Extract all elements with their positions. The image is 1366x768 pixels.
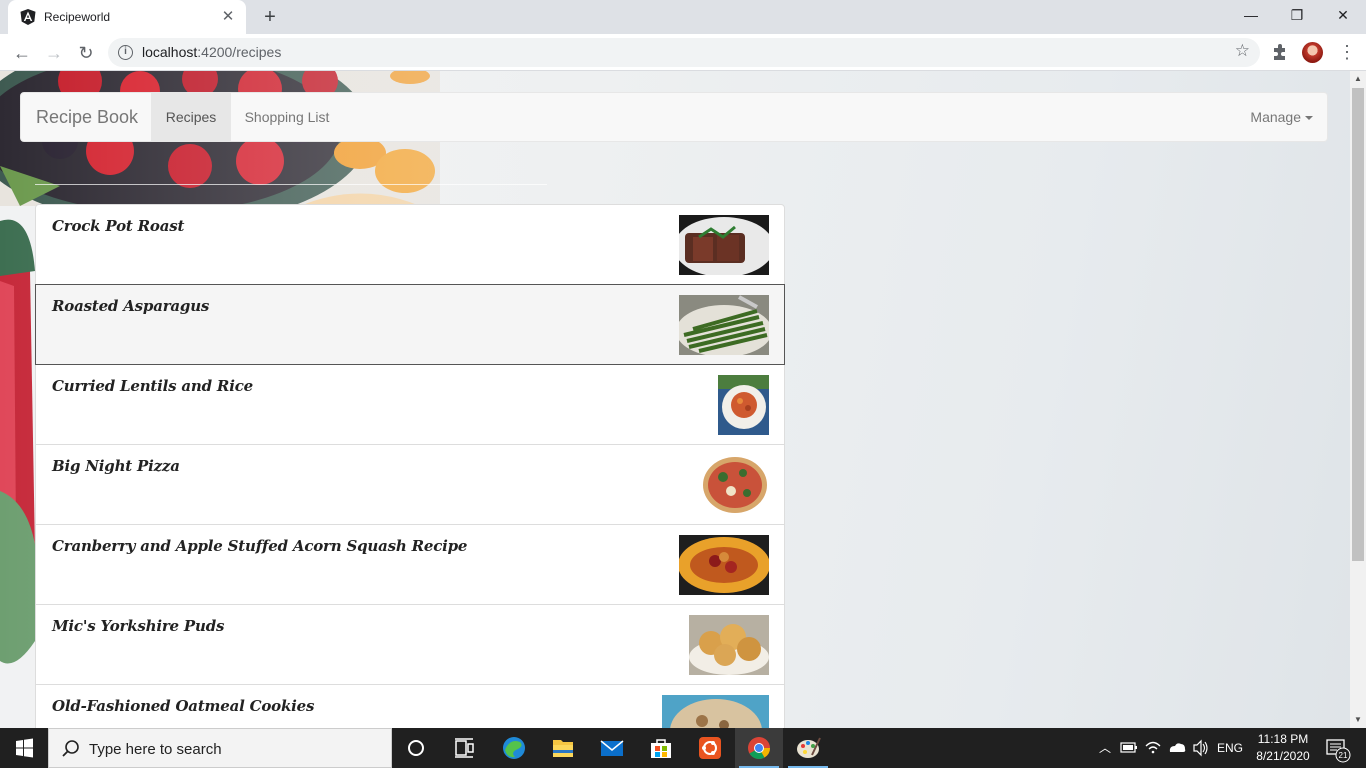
tab-title: Recipeworld: [44, 10, 111, 24]
wifi-icon[interactable]: [1142, 728, 1164, 768]
system-clock[interactable]: 11:18 PM 8/21/2020: [1248, 731, 1318, 765]
menu-kebab-icon[interactable]: ⋮: [1338, 41, 1356, 63]
recipe-image: [701, 455, 769, 515]
manage-dropdown[interactable]: Manage: [1250, 93, 1313, 141]
task-view-icon[interactable]: [440, 728, 488, 768]
window-close-icon[interactable]: ✕: [1320, 0, 1366, 30]
taskbar-search[interactable]: Type here to search: [48, 728, 392, 768]
notification-count: 21: [1339, 751, 1348, 760]
chrome-icon: [748, 737, 770, 759]
brand-link[interactable]: Recipe Book: [36, 107, 138, 128]
ubuntu-icon[interactable]: [686, 728, 734, 768]
recipe-image: [679, 295, 769, 355]
notification-icon: 21: [1326, 739, 1351, 763]
recipe-name: Mic's Yorkshire Puds: [52, 617, 225, 635]
recipe-image: [679, 215, 769, 275]
reload-icon[interactable]: ↻: [72, 39, 100, 67]
scroll-down-icon[interactable]: ▼: [1350, 712, 1366, 728]
store-icon[interactable]: [637, 728, 685, 768]
recipe-name: Big Night Pizza: [52, 457, 180, 475]
bookmark-star-icon[interactable]: ☆: [1235, 41, 1250, 61]
page-viewport: Recipe Book Recipes Shopping List Manage…: [0, 71, 1350, 728]
back-icon[interactable]: ←: [8, 39, 36, 67]
recipe-item[interactable]: Cranberry and Apple Stuffed Acorn Squash…: [35, 524, 785, 605]
paint-taskbar-button[interactable]: [784, 728, 832, 768]
scrollbar-thumb[interactable]: [1352, 88, 1364, 561]
address-bar[interactable]: i localhost:4200/recipes ☆: [108, 38, 1260, 67]
recipe-item[interactable]: Crock Pot Roast: [35, 204, 785, 285]
recipe-item[interactable]: Old-Fashioned Oatmeal Cookies: [35, 684, 785, 728]
scroll-up-icon[interactable]: ▲: [1350, 71, 1366, 87]
recipe-image: [662, 695, 769, 728]
tab-strip: Recipeworld ✕ + — ❐ ✕: [0, 0, 1366, 34]
recipe-image: [718, 375, 769, 435]
profile-avatar[interactable]: [1302, 42, 1323, 63]
language-indicator[interactable]: ENG: [1214, 728, 1246, 768]
recipe-list: Crock Pot Roast Roasted Asparagus Currie…: [35, 204, 785, 728]
close-tab-icon[interactable]: ✕: [218, 7, 238, 27]
recipe-name: Crock Pot Roast: [52, 217, 185, 235]
show-hidden-icons[interactable]: ︿: [1094, 728, 1116, 768]
windows-taskbar: Type here to search ︿ ENG 11:18 PM 8/21/…: [0, 728, 1366, 768]
search-icon: [62, 740, 79, 757]
recipe-name: Curried Lentils and Rice: [52, 377, 253, 395]
mail-icon[interactable]: [588, 728, 636, 768]
app-navbar: Recipe Book Recipes Shopping List Manage: [20, 92, 1328, 142]
paint-icon: [797, 737, 821, 758]
angular-icon: [20, 9, 36, 25]
recipe-image: [689, 615, 769, 675]
clock-time: 11:18 PM: [1257, 732, 1309, 746]
edge-icon[interactable]: [490, 728, 538, 768]
nav-recipes[interactable]: Recipes: [151, 93, 231, 141]
browser-toolbar: ← → ↻ i localhost:4200/recipes ☆ ⋮: [0, 34, 1366, 71]
file-explorer-icon[interactable]: [539, 728, 587, 768]
url-text: localhost:4200/recipes: [142, 44, 282, 60]
browser-tab[interactable]: Recipeworld ✕: [8, 0, 246, 34]
minimize-icon[interactable]: —: [1228, 0, 1274, 30]
onedrive-icon[interactable]: [1166, 728, 1188, 768]
recipe-item[interactable]: Curried Lentils and Rice: [35, 364, 785, 445]
battery-icon[interactable]: [1118, 728, 1140, 768]
recipe-name: Cranberry and Apple Stuffed Acorn Squash…: [52, 537, 468, 555]
extensions-icon[interactable]: [1270, 42, 1290, 62]
recipe-name: Old-Fashioned Oatmeal Cookies: [52, 697, 315, 715]
recipe-item[interactable]: Big Night Pizza: [35, 444, 785, 525]
search-placeholder: Type here to search: [89, 741, 222, 758]
windows-start-icon[interactable]: [0, 728, 48, 768]
notification-center[interactable]: 21: [1322, 728, 1352, 768]
new-tab-icon[interactable]: +: [258, 5, 282, 29]
clock-date: 8/21/2020: [1256, 749, 1310, 763]
page-scrollbar[interactable]: ▲ ▼: [1350, 71, 1366, 728]
recipe-item[interactable]: Roasted Asparagus: [35, 284, 785, 365]
site-info-icon[interactable]: i: [118, 45, 133, 60]
recipe-image: [679, 535, 769, 595]
chrome-taskbar-button[interactable]: [735, 728, 783, 768]
nav-shopping-list[interactable]: Shopping List: [231, 93, 343, 141]
recipe-item[interactable]: Mic's Yorkshire Puds: [35, 604, 785, 685]
divider: [35, 184, 547, 185]
caret-down-icon: [1305, 116, 1313, 121]
restore-icon[interactable]: ❐: [1274, 0, 1320, 30]
volume-icon[interactable]: [1190, 728, 1212, 768]
recipe-name: Roasted Asparagus: [52, 297, 210, 315]
cortana-icon[interactable]: [392, 728, 440, 768]
forward-icon[interactable]: →: [40, 39, 68, 67]
